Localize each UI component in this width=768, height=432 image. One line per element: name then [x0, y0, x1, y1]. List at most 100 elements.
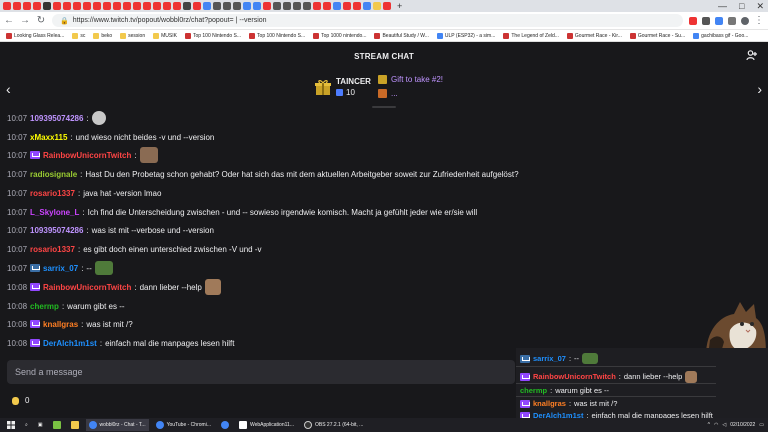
tab-favicon[interactable]: [33, 2, 41, 10]
tab-favicon[interactable]: [273, 2, 281, 10]
extension-icon[interactable]: [715, 16, 723, 25]
tab-favicon[interactable]: [333, 2, 341, 10]
bookmark[interactable]: gachibass gif - Goo...: [693, 32, 748, 39]
close-icon[interactable]: ✕: [756, 1, 764, 12]
back-icon[interactable]: ←: [4, 15, 14, 26]
tab-favicon[interactable]: [143, 2, 151, 10]
network-icon[interactable]: ◠: [714, 422, 718, 428]
tab-favicon[interactable]: [323, 2, 331, 10]
bookmark[interactable]: Gourmet Race - Kir...: [566, 32, 622, 39]
subscriber-badge-icon[interactable]: [30, 283, 41, 291]
tab-favicon[interactable]: [63, 2, 71, 10]
subscriber-badge-icon[interactable]: [30, 320, 41, 328]
puzzle-icon[interactable]: [728, 16, 736, 25]
extension-icon[interactable]: [689, 16, 697, 25]
message-username[interactable]: 109395074286: [30, 226, 83, 235]
message-username[interactable]: rosario1337: [30, 245, 75, 254]
tab-favicon[interactable]: [3, 2, 11, 10]
extension-icon[interactable]: [702, 16, 710, 25]
bookmark[interactable]: Beautiful Study / W...: [374, 32, 429, 39]
users-icon[interactable]: [746, 49, 758, 63]
tab-favicon[interactable]: [133, 2, 141, 10]
menu-dots-icon[interactable]: ⋮: [754, 15, 764, 26]
tab-favicon[interactable]: [253, 2, 261, 10]
message-username[interactable]: rosario1337: [30, 189, 75, 198]
address-bar[interactable]: 🔒 https://www.twitch.tv/popout/wobbl0rz/…: [52, 14, 683, 27]
emote-icon[interactable]: [91, 111, 106, 125]
tab-favicon[interactable]: [283, 2, 291, 10]
gift-side-title-row[interactable]: Gift to take #2!: [378, 75, 443, 84]
chevron-up-icon[interactable]: ^: [708, 422, 710, 428]
message-username[interactable]: chermp: [30, 302, 59, 311]
send-message-input[interactable]: Send a message: [7, 360, 515, 384]
message-username[interactable]: RainbowUnicornTwitch: [43, 151, 131, 160]
taskbar-item-browser[interactable]: [218, 419, 232, 431]
file-explorer-icon[interactable]: [68, 419, 82, 431]
message-username[interactable]: RainbowUnicornTwitch: [43, 283, 131, 292]
channel-points[interactable]: 0: [12, 396, 29, 405]
emote-icon[interactable]: [139, 147, 158, 163]
bookmark[interactable]: ULP (ESP32) - a sim...: [436, 32, 495, 39]
tab-favicon[interactable]: [113, 2, 121, 10]
bookmark[interactable]: Top 100 Nintendo S...: [249, 32, 305, 39]
subscriber-badge-icon[interactable]: [30, 151, 41, 159]
tab-favicon[interactable]: [83, 2, 91, 10]
tab-favicon[interactable]: [73, 2, 81, 10]
tab-favicon[interactable]: [383, 2, 391, 10]
subscriber-badge-icon[interactable]: [30, 339, 41, 347]
tab-favicon[interactable]: [373, 2, 381, 10]
message-username[interactable]: 109395074286: [30, 114, 83, 123]
tab-favicon[interactable]: [23, 2, 31, 10]
reload-icon[interactable]: ↻: [36, 15, 46, 26]
chevron-right-icon[interactable]: ›: [757, 82, 762, 96]
bookmark[interactable]: Gourmet Race - Su...: [629, 32, 685, 39]
taskbar-item-webapp[interactable]: WebApplication11...: [236, 419, 297, 431]
notification-icon[interactable]: ▭: [759, 422, 764, 428]
app-icon[interactable]: [50, 419, 64, 431]
message-username[interactable]: L_Skylone_L: [30, 208, 79, 217]
tab-favicon[interactable]: [43, 2, 51, 10]
bookmark[interactable]: Top 100 Nintendo S...: [184, 32, 241, 39]
profile-icon[interactable]: [741, 16, 749, 25]
tab-favicon[interactable]: [153, 2, 161, 10]
tab-favicon[interactable]: [233, 2, 241, 10]
tab-favicon[interactable]: [353, 2, 361, 10]
message-username[interactable]: sarrix_07: [43, 264, 78, 273]
drag-handle[interactable]: [372, 106, 396, 108]
bookmark[interactable]: sc: [72, 32, 85, 39]
bookmark[interactable]: Looking Glass Relea...: [6, 32, 64, 39]
message-username[interactable]: knallgras: [43, 320, 78, 329]
bookmark[interactable]: beko: [93, 32, 112, 39]
tab-favicon[interactable]: [93, 2, 101, 10]
message-username[interactable]: DerAlch1m1st: [43, 339, 97, 348]
tab-favicon[interactable]: [223, 2, 231, 10]
taskbar-item-obs[interactable]: OBS 27.2.1 (64-bit, ...: [301, 419, 366, 431]
emote-icon[interactable]: [204, 279, 221, 295]
taskbar-item-chat[interactable]: wobbl0rz - Chat - T...: [85, 419, 149, 431]
tab-favicon[interactable]: [173, 2, 181, 10]
tab-favicon[interactable]: [313, 2, 321, 10]
maximize-icon[interactable]: □: [739, 1, 744, 11]
taskbar-item-youtube[interactable]: YouTube - Chromi...: [153, 419, 214, 431]
start-button[interactable]: [4, 419, 18, 431]
task-view-icon[interactable]: ▣: [35, 419, 46, 431]
new-tab-button[interactable]: +: [397, 1, 402, 11]
tab-favicon[interactable]: [163, 2, 171, 10]
tab-favicon[interactable]: [243, 2, 251, 10]
bookmark[interactable]: MUSIK: [153, 32, 177, 39]
emote-icon[interactable]: [94, 261, 113, 275]
chat-message-list[interactable]: 10:07 109395074286: 10:07 xMaxx115: und …: [0, 110, 768, 354]
tab-favicon[interactable]: [193, 2, 201, 10]
tab-favicon[interactable]: [363, 2, 371, 10]
forward-icon[interactable]: →: [20, 15, 30, 26]
search-icon[interactable]: ⌕: [22, 419, 31, 431]
message-username[interactable]: radiosignale: [30, 170, 77, 179]
tab-favicon[interactable]: [53, 2, 61, 10]
chevron-left-icon[interactable]: ‹: [6, 82, 11, 96]
volume-icon[interactable]: ◁: [722, 422, 726, 428]
bookmark[interactable]: The Legend of Zeld...: [503, 32, 559, 39]
tab-favicon[interactable]: [183, 2, 191, 10]
tab-favicon[interactable]: [343, 2, 351, 10]
tab-favicon[interactable]: [103, 2, 111, 10]
tab-favicon[interactable]: [123, 2, 131, 10]
